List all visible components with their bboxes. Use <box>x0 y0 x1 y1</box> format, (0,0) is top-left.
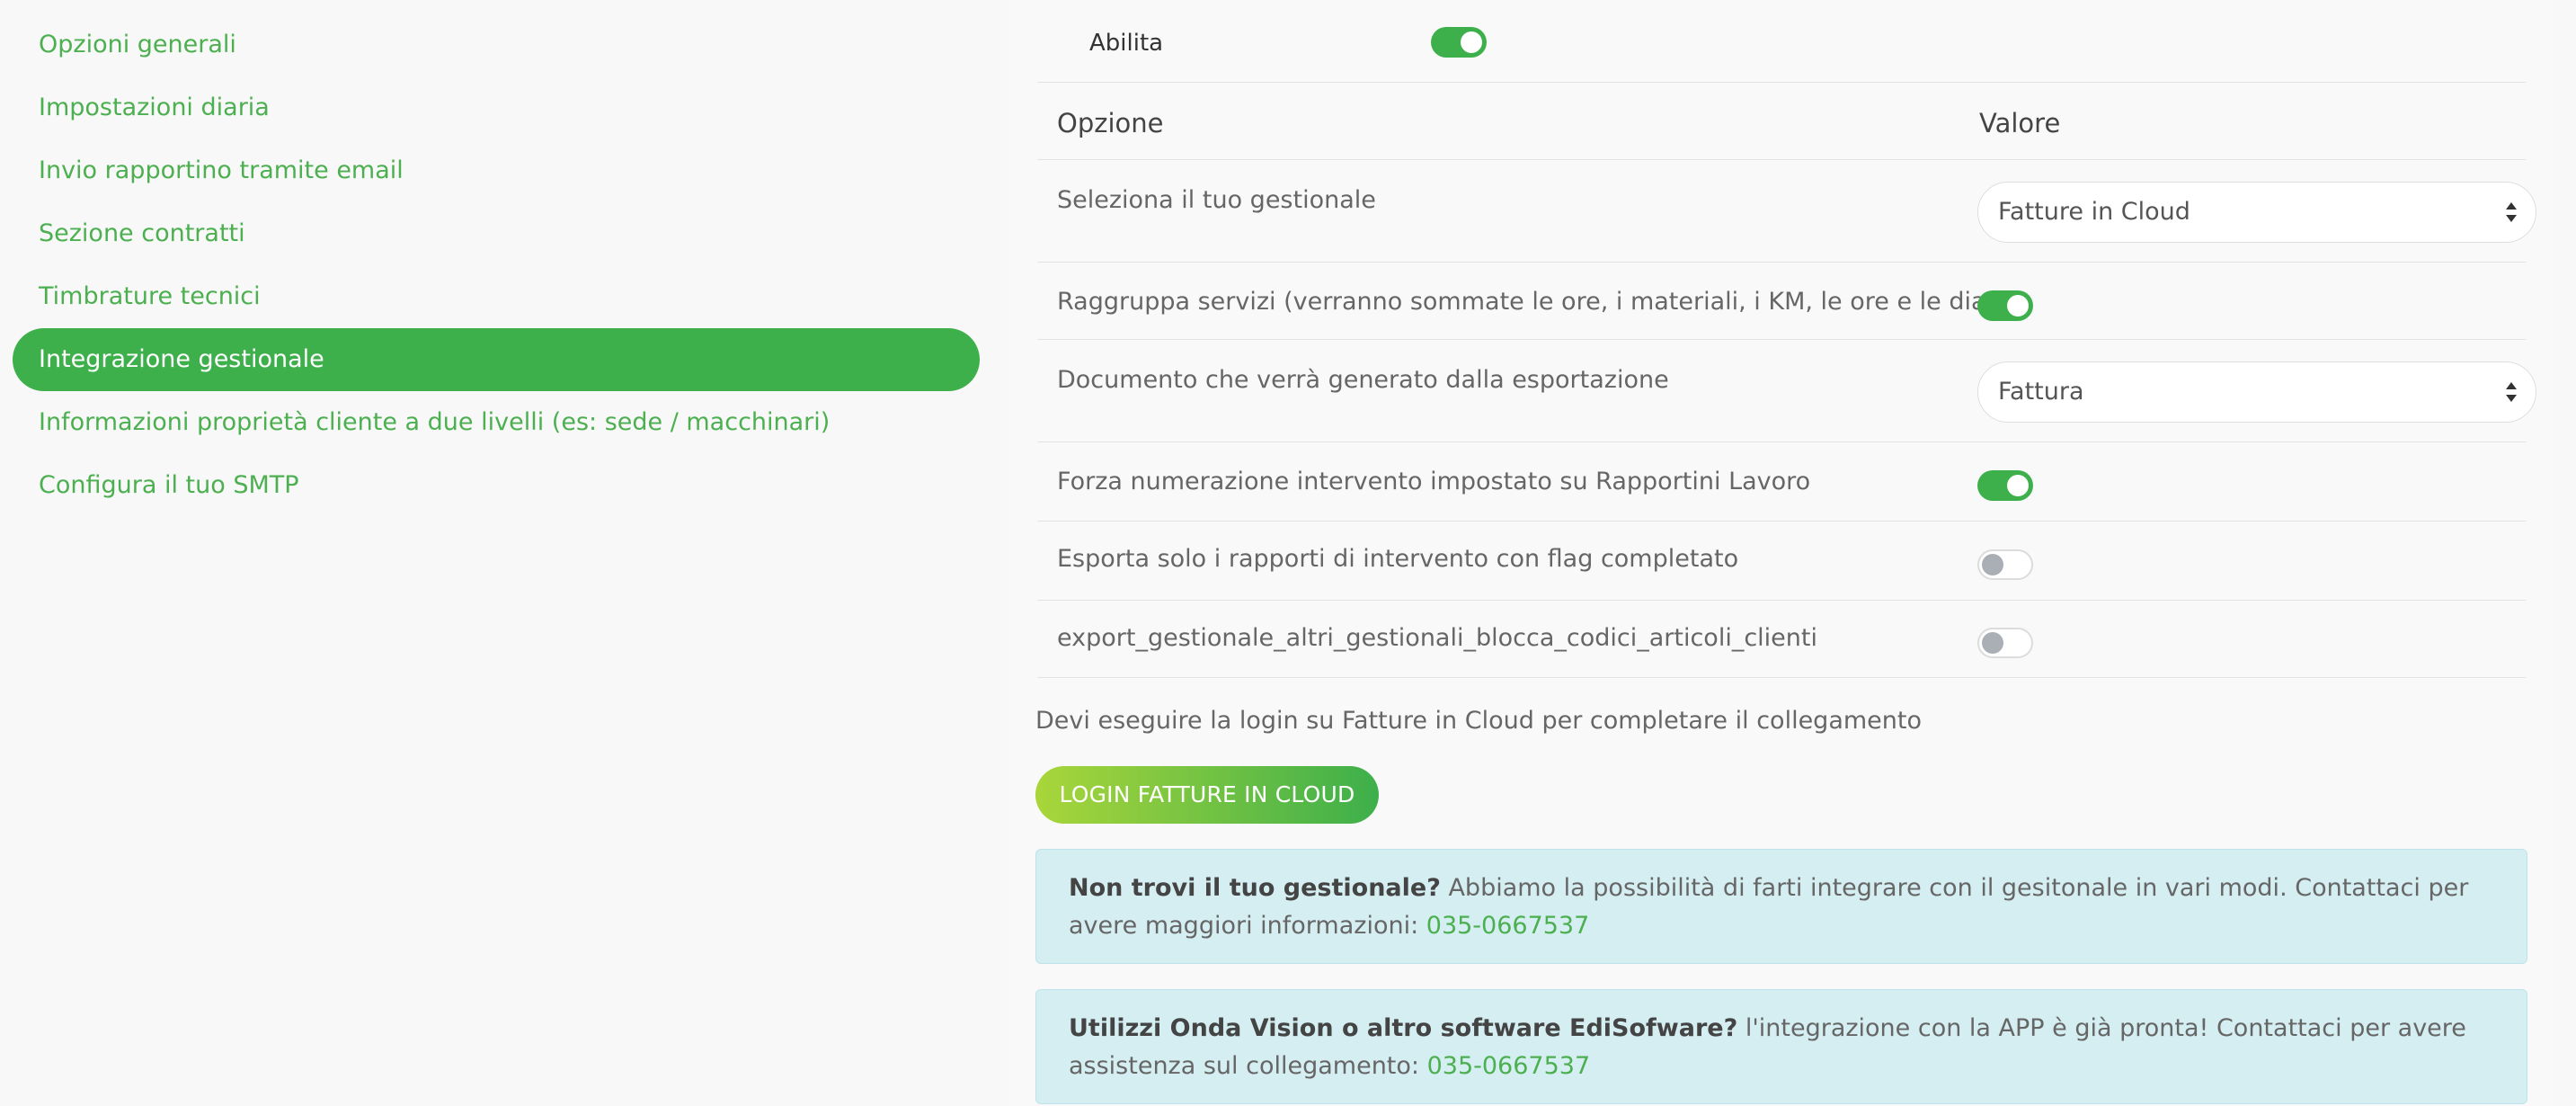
sidebar-item-opzioni-generali[interactable]: Opzioni generali <box>13 13 980 76</box>
option-row-esporta-completati: Esporta solo i rapporti di intervento co… <box>1037 522 2526 601</box>
info-alert-gestionale: Non trovi il tuo gestionale? Abbiamo la … <box>1035 849 2527 964</box>
sidebar-item-timbrature-tecnici[interactable]: Timbrature tecnici <box>13 265 980 328</box>
esporta-completati-toggle[interactable] <box>1977 549 2033 580</box>
sidebar-item-impostazioni-diaria[interactable]: Impostazioni diaria <box>13 76 980 139</box>
sidebar-item-configura-smtp[interactable]: Configura il tuo SMTP <box>13 454 980 517</box>
alert-title: Utilizzi Onda Vision o altro software Ed… <box>1069 1014 1738 1042</box>
raggruppa-servizi-toggle[interactable] <box>1977 290 2033 321</box>
option-row-documento: Documento che verrà generato dalla espor… <box>1037 340 2536 442</box>
documento-select[interactable]: Fattura <box>1977 361 2536 423</box>
login-fatture-in-cloud-button[interactable]: LOGIN FATTURE IN CLOUD <box>1035 766 1379 824</box>
alert-title: Non trovi il tuo gestionale? <box>1069 874 1441 902</box>
toggle-knob <box>2007 295 2029 317</box>
sidebar-item-integrazione-gestionale[interactable]: Integrazione gestionale <box>13 328 980 391</box>
gestionale-select[interactable]: Fatture in Cloud <box>1977 182 2536 243</box>
forza-numerazione-toggle[interactable] <box>1977 470 2033 501</box>
option-label: Esporta solo i rapporti di intervento co… <box>1057 545 1739 573</box>
option-label: Raggruppa servizi (verranno sommate le o… <box>1057 288 2028 316</box>
option-label: Forza numerazione intervento impostato s… <box>1057 468 1811 495</box>
enable-row: Abilita <box>1037 0 2526 83</box>
toggle-knob <box>2007 475 2029 496</box>
toggle-knob <box>1982 554 2003 575</box>
column-header-option: Opzione <box>1057 108 1164 138</box>
phone-link[interactable]: 035-0667537 <box>1426 912 1590 940</box>
option-label: Seleziona il tuo gestionale <box>1057 186 1376 214</box>
option-row-gestionale: Seleziona il tuo gestionale Fatture in C… <box>1037 160 2536 263</box>
option-row-blocca-codici: export_gestionale_altri_gestionali_blocc… <box>1037 601 2526 678</box>
toggle-knob <box>1982 632 2003 654</box>
login-note: Devi eseguire la login su Fatture in Clo… <box>1035 707 1923 735</box>
options-table-header: Opzione Valore <box>1037 83 2526 160</box>
sidebar-item-sezione-contratti[interactable]: Sezione contratti <box>13 202 980 265</box>
select-arrows-icon <box>2506 202 2517 222</box>
option-label: export_gestionale_altri_gestionali_blocc… <box>1057 624 1817 652</box>
toggle-knob <box>1461 31 1482 53</box>
enable-label: Abilita <box>1089 30 1164 57</box>
option-row-raggruppa-servizi: Raggruppa servizi (verranno sommate le o… <box>1037 263 2526 340</box>
sidebar-item-invio-rapportino[interactable]: Invio rapportino tramite email <box>13 139 980 202</box>
blocca-codici-toggle[interactable] <box>1977 628 2033 658</box>
sidebar-item-informazioni-proprieta[interactable]: Informazioni proprietà cliente a due liv… <box>13 391 980 454</box>
select-value: Fatture in Cloud <box>1998 198 2190 226</box>
select-value: Fattura <box>1998 378 2084 406</box>
option-row-forza-numerazione: Forza numerazione intervento impostato s… <box>1037 442 2526 522</box>
phone-link[interactable]: 035-0667537 <box>1427 1052 1591 1080</box>
select-arrows-icon <box>2506 382 2517 402</box>
integration-settings-panel: Abilita Opzione Valore Seleziona il tuo … <box>1010 0 2553 1106</box>
info-alert-onda-vision: Utilizzi Onda Vision o altro software Ed… <box>1035 989 2527 1104</box>
enable-toggle[interactable] <box>1431 27 1487 58</box>
option-label: Documento che verrà generato dalla espor… <box>1057 366 1669 394</box>
column-header-value: Valore <box>1979 108 2061 138</box>
